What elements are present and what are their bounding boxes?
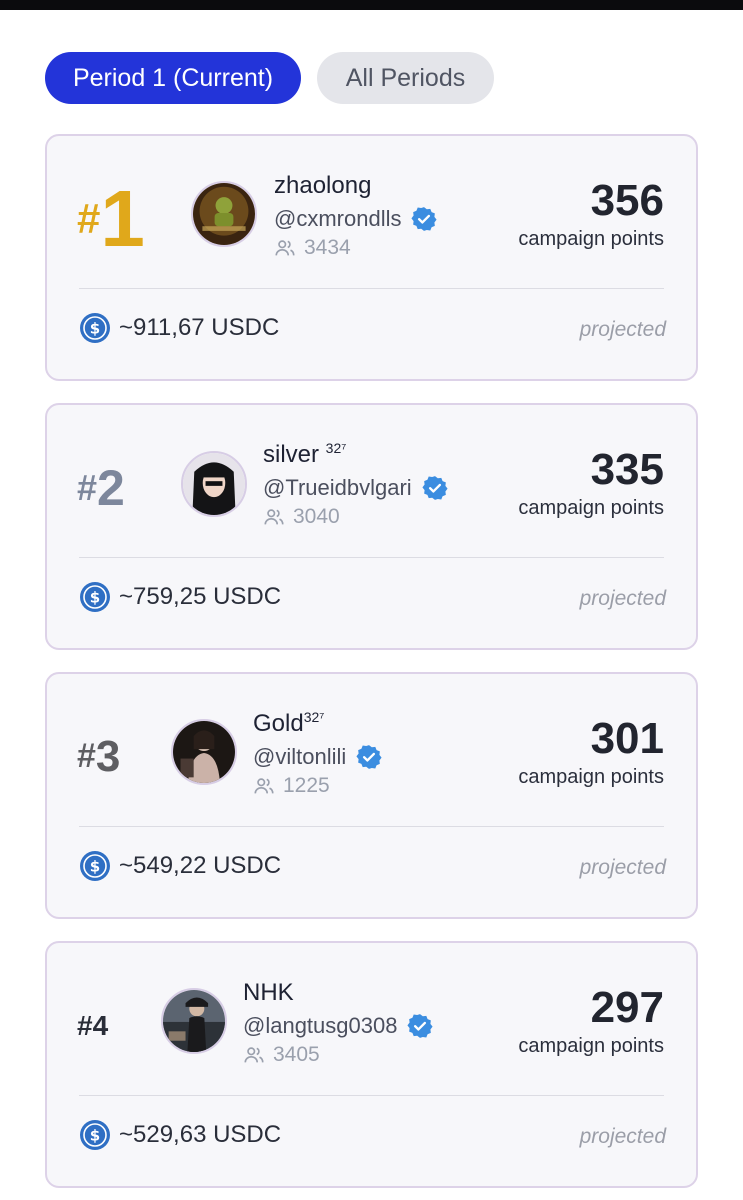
points-block: 301 campaign points <box>518 714 664 789</box>
usdc-icon: $ <box>80 582 110 612</box>
reward-amount: ~529,63 USDC <box>119 1121 282 1148</box>
reward-row: $ ~759,25 USDC <box>79 581 281 613</box>
usdc-icon: $ <box>80 313 110 343</box>
svg-text:$: $ <box>90 858 100 876</box>
user-info: NHK @langtusg0308 3405 <box>243 979 434 1067</box>
points-block: 356 campaign points <box>518 176 664 251</box>
reward-row: $ ~911,67 USDC <box>79 312 279 344</box>
user-handle[interactable]: @langtusg0308 <box>243 1013 397 1039</box>
user-info: Gold32⁷ @viltonlili 1225 <box>253 710 382 798</box>
rank-number: 3 <box>95 731 121 781</box>
divider <box>79 557 664 558</box>
rank-hash: # <box>77 1009 93 1041</box>
display-name[interactable]: NHK <box>243 979 433 1007</box>
divider <box>79 826 664 827</box>
rank-label: #2 <box>77 405 125 570</box>
tab-all-periods[interactable]: All Periods <box>317 52 494 104</box>
rank-label: #3 <box>77 674 120 839</box>
rank-hash: # <box>77 194 101 242</box>
user-info: silver 32⁷ @Trueidbvlgari 3040 <box>263 441 448 529</box>
divider <box>79 288 664 289</box>
display-name[interactable]: Gold32⁷ <box>253 710 382 738</box>
points-value: 356 <box>590 176 664 225</box>
projected-label: projected <box>579 587 666 610</box>
avatar[interactable] <box>181 451 247 517</box>
svg-text:$: $ <box>90 1127 100 1145</box>
reward-amount: ~549,22 USDC <box>119 852 282 879</box>
reward-row: $ ~529,63 USDC <box>79 1119 281 1151</box>
leaderboard-card[interactable]: #1 zhaolong @cxmrondlls 3434 356 campaig… <box>45 134 698 381</box>
rank-label: #1 <box>77 136 145 301</box>
rank-hash: # <box>77 466 98 508</box>
divider <box>79 1095 664 1096</box>
rank-number: 1 <box>100 173 145 263</box>
points-label: campaign points <box>518 766 664 788</box>
projected-label: projected <box>579 856 666 879</box>
followers-icon <box>254 778 274 794</box>
user-handle[interactable]: @viltonlili <box>253 744 346 770</box>
usdc-icon: $ <box>80 1120 110 1150</box>
rank-label: #4 <box>77 943 108 1108</box>
points-label: campaign points <box>518 497 664 519</box>
svg-text:$: $ <box>90 320 100 338</box>
display-name[interactable]: silver 32⁷ <box>263 441 448 469</box>
verified-badge-icon <box>422 476 448 500</box>
points-value: 301 <box>590 714 664 763</box>
follower-count: 3434 <box>304 236 351 259</box>
verified-badge-icon <box>356 745 382 769</box>
points-label: campaign points <box>518 228 664 250</box>
follower-count: 3405 <box>273 1043 320 1066</box>
period-tabs: Period 1 (Current) All Periods <box>45 52 494 104</box>
svg-text:$: $ <box>90 589 100 607</box>
follower-count: 3040 <box>293 505 340 528</box>
points-block: 335 campaign points <box>518 445 664 520</box>
avatar[interactable] <box>171 719 237 785</box>
followers-icon <box>244 1047 264 1063</box>
avatar[interactable] <box>191 181 257 247</box>
leaderboard-list: #1 zhaolong @cxmrondlls 3434 356 campaig… <box>45 134 698 1200</box>
rank-hash: # <box>77 737 96 775</box>
user-handle[interactable]: @cxmrondlls <box>274 206 401 232</box>
rank-number: 2 <box>97 459 125 516</box>
reward-amount: ~911,67 USDC <box>119 314 280 341</box>
verified-badge-icon <box>411 207 438 231</box>
projected-label: projected <box>579 1125 666 1148</box>
followers-icon <box>275 240 295 256</box>
top-status-bar <box>0 0 743 10</box>
leaderboard-card[interactable]: #2 silver 32⁷ @Trueidbvlgari 3040 335 ca… <box>45 403 698 650</box>
user-info: zhaolong @cxmrondlls 3434 <box>274 172 438 260</box>
display-name[interactable]: zhaolong <box>274 172 437 200</box>
points-block: 297 campaign points <box>518 983 664 1058</box>
points-value: 335 <box>590 445 664 494</box>
reward-amount: ~759,25 USDC <box>119 583 282 610</box>
usdc-icon: $ <box>80 851 110 881</box>
leaderboard-card[interactable]: #3 Gold32⁷ @viltonlili 1225 301 campaign… <box>45 672 698 919</box>
points-label: campaign points <box>518 1035 664 1057</box>
verified-badge-icon <box>407 1014 434 1038</box>
tab-period-current[interactable]: Period 1 (Current) <box>45 52 301 104</box>
projected-label: projected <box>579 318 666 341</box>
user-handle[interactable]: @Trueidbvlgari <box>263 475 412 501</box>
followers-icon <box>264 509 284 525</box>
leaderboard-card[interactable]: #4 NHK @langtusg0308 3405 297 campaign p… <box>45 941 698 1188</box>
avatar[interactable] <box>161 988 227 1054</box>
rank-number: 4 <box>92 1009 109 1041</box>
follower-count: 1225 <box>283 774 330 797</box>
points-value: 297 <box>590 983 664 1032</box>
reward-row: $ ~549,22 USDC <box>79 850 281 882</box>
